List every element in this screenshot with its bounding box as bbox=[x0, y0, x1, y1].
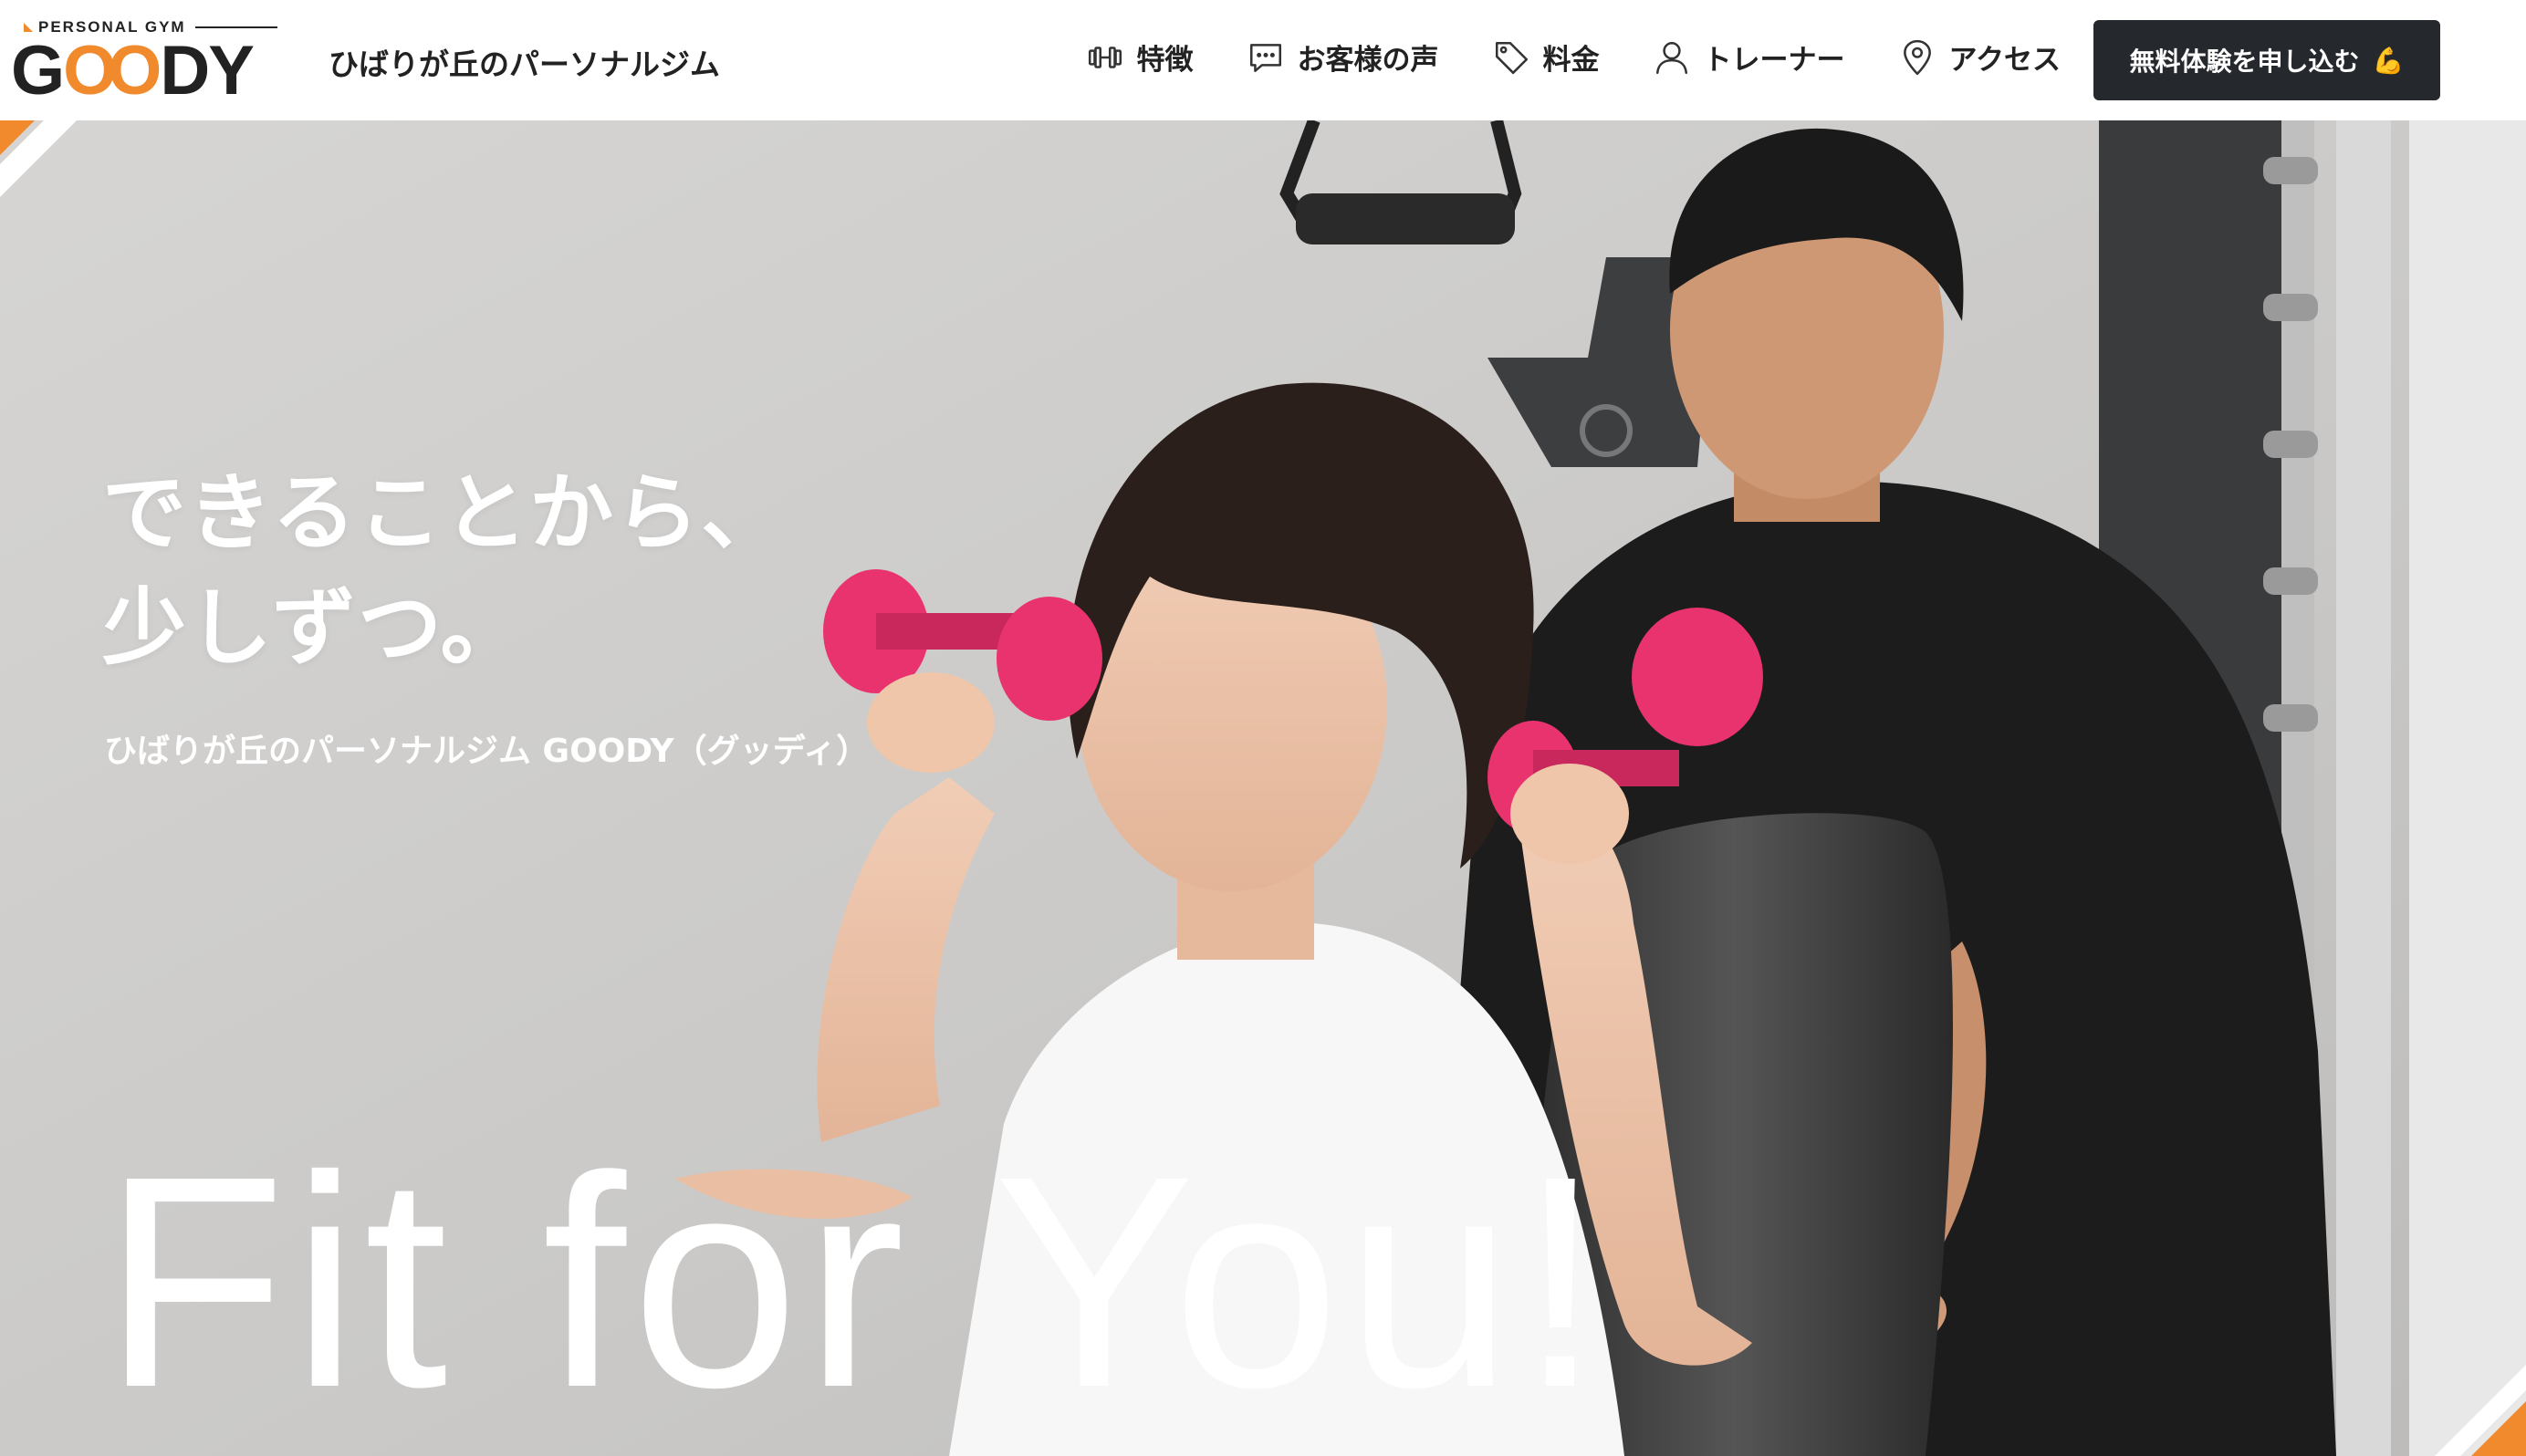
free-trial-button[interactable]: 無料体験を申し込む 💪 bbox=[2093, 20, 2440, 100]
hero-headline-line-2: 少しずつ。 bbox=[102, 579, 527, 677]
nav-item-voices[interactable]: お客様の声 bbox=[1247, 36, 1439, 78]
site-header: PERSONAL GYM GOO DY ひばりが丘のパーソナルジム 特徴 お客様… bbox=[0, 0, 2526, 120]
flexed-biceps-icon: 💪 bbox=[2372, 45, 2405, 76]
corner-accent-bottom bbox=[2435, 1365, 2526, 1456]
hero-subline: ひばりが丘のパーソナルジム GOODY（グッディ） bbox=[104, 733, 870, 770]
user-icon bbox=[1655, 41, 1687, 74]
hero-english-slogan: Fit for You! bbox=[102, 1113, 1608, 1450]
dumbbell-icon bbox=[1088, 46, 1122, 68]
nav-label-features: 特徴 bbox=[1136, 44, 1194, 77]
logo-letters-dy: DY bbox=[160, 32, 255, 109]
corner-accent-top bbox=[0, 120, 77, 197]
location-pin-icon bbox=[1903, 39, 1931, 75]
tag-icon bbox=[1495, 41, 1528, 74]
hero-section: できることから、 少しずつ。 ひばりが丘のパーソナルジム GOODY（グッディ）… bbox=[0, 120, 2526, 1456]
nav-item-access[interactable]: アクセス bbox=[1898, 36, 2061, 78]
nav-label-pricing: 料金 bbox=[1542, 44, 1600, 77]
logo-wordmark: GOO DY bbox=[11, 36, 255, 106]
chat-icon bbox=[1249, 43, 1281, 72]
logo-letter-g: G bbox=[11, 32, 65, 109]
hero-headline: できることから、 少しずつ。 bbox=[102, 456, 787, 686]
free-trial-label: 無料体験を申し込む bbox=[2129, 47, 2360, 77]
nav-label-access: アクセス bbox=[1948, 44, 2061, 77]
nav-item-pricing[interactable]: 料金 bbox=[1492, 36, 1600, 78]
nav-item-features[interactable]: 特徴 bbox=[1086, 36, 1194, 78]
nav-label-voices: お客様の声 bbox=[1297, 44, 1439, 77]
site-logo[interactable]: PERSONAL GYM GOO DY bbox=[11, 16, 285, 108]
nav-item-trainers[interactable]: トレーナー bbox=[1653, 36, 1845, 78]
cable-handle bbox=[1296, 193, 1515, 244]
hero-headline-line-1: できることから、 bbox=[102, 464, 788, 562]
logo-letters-oo: OO bbox=[63, 32, 162, 109]
site-tagline: ひばりが丘のパーソナルジム bbox=[329, 47, 720, 82]
logo-rule bbox=[194, 26, 277, 28]
nav-label-trainers: トレーナー bbox=[1703, 44, 1845, 77]
main-nav: 特徴 お客様の声 料金 トレーナー アクセス bbox=[1086, 36, 2061, 78]
logo-accent-mark bbox=[24, 23, 33, 32]
